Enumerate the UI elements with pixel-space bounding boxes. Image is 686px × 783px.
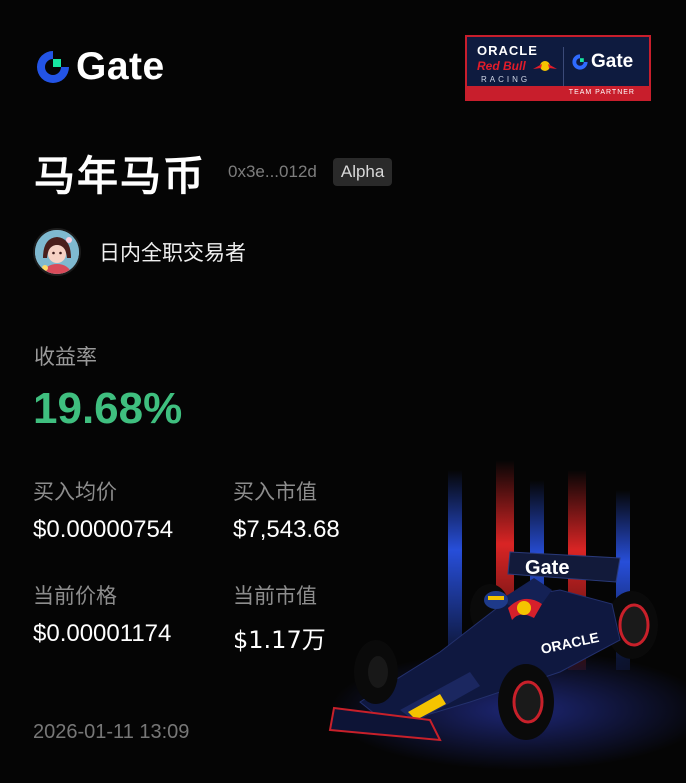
gate-logo-icon [37,51,69,83]
stat-avg-buy-price: 买入均价 $0.00000754 [33,476,173,544]
badge-divider [563,47,564,87]
stat-current-price: 当前价格 $0.00001174 [33,580,171,648]
car-livery-text: Gate [525,557,569,579]
timestamp: 2026-01-11 13:09 [33,721,190,743]
pnl-share-card: Gate ORACLE Red Bull RACING Gate TEAM PA… [0,0,686,783]
token-header: 马年马币 0x3e...012d Alpha [34,142,393,202]
stat-value: $0.00001174 [33,620,172,647]
race-car-illustration: Gate ORACLE [328,460,686,770]
oracle-text: ORACLE [477,43,538,58]
token-name: 马年马币 [34,152,206,200]
team-partner-badge: ORACLE Red Bull RACING Gate TEAM PARTNER [465,35,651,101]
stat-label: 当前价格 [33,584,117,608]
alpha-badge: Alpha [332,158,393,186]
redbull-text: Red Bull [477,59,526,73]
stat-value: $0.00000754 [33,516,174,543]
partner-gate-logo: Gate [571,51,633,73]
stat-label: 当前市值 [233,584,317,608]
username: 日内全职交易者 [99,241,246,265]
partner-gate-text: Gate [591,51,634,72]
stat-label: 买入均价 [33,480,117,504]
avatar [33,228,81,276]
user-info: 日内全职交易者 [33,228,246,276]
gate-logo-icon [572,54,588,70]
team-partner-label: TEAM PARTNER [467,86,649,99]
stat-current-value: 当前市值 $1.17万 [233,580,326,655]
yield-value: 19.68% [33,384,183,433]
yield-label: 收益率 [34,345,97,369]
avatar-image-icon [35,230,79,274]
token-address: 0x3e...012d [228,162,317,181]
stat-value: $1.17万 [233,626,326,654]
gate-logo-text: Gate [76,45,165,88]
bull-icon [533,61,557,71]
racing-text: RACING [481,75,531,84]
gate-logo: Gate [34,47,165,87]
